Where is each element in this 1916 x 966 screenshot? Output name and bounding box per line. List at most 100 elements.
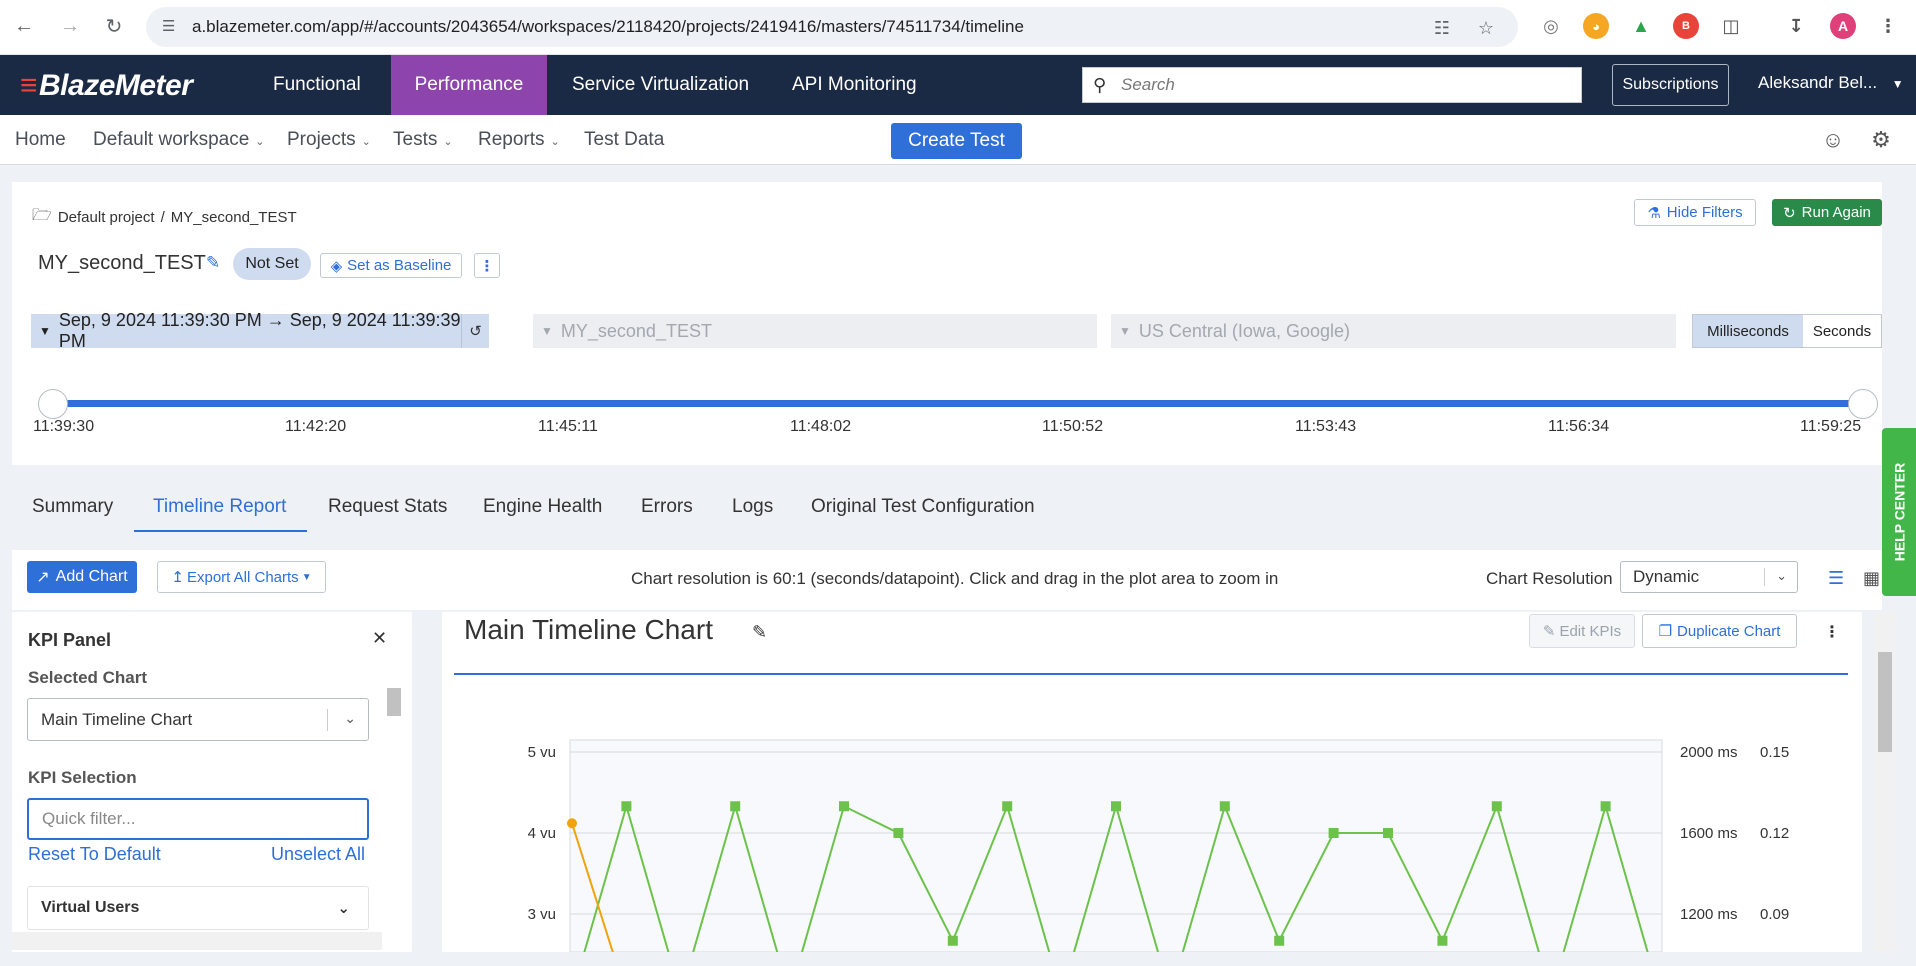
breadcrumb-project[interactable]: Default project	[58, 209, 155, 226]
series-point-square[interactable]	[1219, 801, 1230, 812]
blazemeter-extension-icon[interactable]: B	[1673, 13, 1699, 39]
series-point-square[interactable]	[1437, 935, 1448, 946]
selected-chart-label: Selected Chart	[28, 668, 148, 687]
series-point-square[interactable]	[1002, 801, 1013, 812]
timeline-slider-track[interactable]	[52, 400, 1864, 407]
puzzle-extensions-icon[interactable]: ◫	[1718, 13, 1744, 39]
kpi-quick-filter-input[interactable]: Quick filter...	[27, 798, 369, 840]
download-icon[interactable]: ↧	[1783, 13, 1809, 39]
edit-name-pencil-icon[interactable]: ✎	[206, 253, 220, 273]
add-chart-button[interactable]: ↗ Add Chart	[27, 561, 137, 593]
tab-engine-health[interactable]: Engine Health	[483, 496, 602, 518]
selected-chart-select[interactable]: Main Timeline Chart ⌄	[27, 698, 369, 741]
search-input[interactable]: ⚲ Search	[1082, 67, 1582, 103]
run-again-button[interactable]: ↻ Run Again	[1772, 199, 1882, 226]
translate-icon[interactable]: ☷	[1430, 16, 1454, 40]
status-badge[interactable]: Not Set	[233, 248, 311, 280]
unit-milliseconds[interactable]: Milliseconds	[1693, 315, 1803, 347]
filter-icon: ⚗	[1647, 204, 1661, 222]
chevron-down-icon: ⌄	[337, 900, 350, 917]
plot-area[interactable]	[569, 739, 1663, 952]
y-right-ms-tick-label: 1200 ms	[1680, 906, 1738, 923]
speedometer-extension-icon[interactable]: ◕	[1583, 13, 1609, 39]
close-icon[interactable]: ✕	[372, 628, 387, 649]
unit-seconds[interactable]: Seconds	[1803, 315, 1881, 347]
subscriptions-button[interactable]: Subscriptions	[1612, 64, 1729, 106]
scenario-filter-value: MY_second_TEST	[560, 320, 712, 341]
nav-performance[interactable]: Performance	[391, 55, 547, 115]
series-point-square[interactable]	[1111, 801, 1121, 812]
subnav-workspace[interactable]: Default workspace ⌄	[93, 129, 265, 151]
grid-view-icon[interactable]: ▦	[1863, 568, 1880, 589]
create-test-button[interactable]: Create Test	[891, 123, 1022, 159]
address-bar[interactable]: ☰ a.blazemeter.com/app/#/accounts/204365…	[146, 7, 1518, 47]
kpi-scrollbar-thumb[interactable]	[387, 688, 401, 716]
add-user-icon[interactable]: ☺	[1818, 125, 1848, 155]
scenario-filter[interactable]: ▼ MY_second_TEST	[533, 314, 1097, 348]
profile-avatar[interactable]: A	[1830, 13, 1856, 39]
timeline-chart-plot[interactable]: 5 vu 2000 ms 0.15 4 vu 1600 ms 0.12 3 vu 1200 m…	[442, 612, 1862, 952]
list-view-icon[interactable]: ☰	[1828, 568, 1844, 589]
unselect-all-link[interactable]: Unselect All	[271, 844, 365, 865]
tab-summary[interactable]: Summary	[32, 496, 113, 518]
hide-filters-button[interactable]: ⚗ Hide Filters	[1634, 199, 1756, 226]
help-center-tab[interactable]: HELP CENTER	[1882, 428, 1916, 596]
location-filter[interactable]: ▼ US Central (Iowa, Google)	[1111, 314, 1676, 348]
tab-logs[interactable]: Logs	[732, 496, 773, 518]
subnav-projects[interactable]: Projects ⌄	[287, 129, 371, 151]
kpi-panel-title: KPI Panel	[28, 630, 112, 650]
nav-api-monitoring[interactable]: API Monitoring	[768, 55, 941, 115]
series-point-square[interactable]	[947, 935, 958, 946]
kpi-scrollbar[interactable]	[383, 668, 403, 922]
series-point-square[interactable]	[1383, 828, 1393, 838]
reset-range-icon[interactable]: ↺	[461, 314, 489, 348]
globe-extension-icon[interactable]: ◎	[1538, 13, 1564, 39]
user-menu[interactable]: Aleksandr Bel... ▼	[1758, 73, 1904, 93]
chart-resolution-select[interactable]: Dynamic ⌄	[1620, 561, 1798, 593]
subnav-home[interactable]: Home	[15, 129, 66, 151]
kpi-group-virtual-users[interactable]: Virtual Users ⌄	[27, 886, 369, 930]
subnav-reports[interactable]: Reports ⌄	[478, 129, 560, 151]
back-arrow-icon[interactable]: ←	[10, 12, 38, 40]
timeline-tick: 11:53:43	[1295, 418, 1357, 435]
breadcrumb-test[interactable]: MY_second_TEST	[171, 209, 297, 226]
bookmark-star-icon[interactable]: ☆	[1474, 16, 1498, 40]
subnav-tests[interactable]: Tests ⌄	[393, 129, 453, 151]
tab-request-stats[interactable]: Request Stats	[328, 496, 447, 518]
timeline-end-handle[interactable]	[1848, 389, 1878, 419]
settings-gear-icon[interactable]: ⚙	[1866, 125, 1896, 155]
more-options-icon[interactable]: ⋮	[474, 253, 500, 278]
timeline-start-handle[interactable]	[38, 389, 68, 419]
tab-original-test-configuration[interactable]: Original Test Configuration	[811, 496, 1035, 518]
chevron-down-icon: ⌄	[443, 136, 453, 148]
series-point-square[interactable]	[621, 801, 632, 812]
blazemeter-logo[interactable]: ≡BlazeMeter	[20, 69, 193, 103]
set-baseline-button[interactable]: ◈ Set as Baseline	[320, 253, 462, 278]
tab-timeline-report[interactable]: Timeline Report	[153, 496, 286, 518]
forward-arrow-icon[interactable]: →	[56, 12, 84, 40]
page-scrollbar[interactable]	[1874, 612, 1896, 952]
series-point-square[interactable]	[1600, 801, 1611, 812]
reset-to-default-link[interactable]: Reset To Default	[28, 844, 161, 865]
subnav-test-data[interactable]: Test Data	[584, 129, 664, 151]
series-point-square[interactable]	[1491, 801, 1502, 812]
panel-divider-scrollbar[interactable]	[410, 612, 430, 952]
series-point-square[interactable]	[893, 828, 904, 838]
series-point-square[interactable]	[1328, 828, 1339, 838]
leaf-extension-icon[interactable]: ▲	[1628, 13, 1654, 39]
export-all-charts-button[interactable]: ↥ Export All Charts ▼	[157, 561, 326, 593]
tab-errors[interactable]: Errors	[641, 496, 693, 518]
reload-icon[interactable]: ↻	[100, 12, 128, 40]
site-info-icon[interactable]: ☰	[162, 17, 182, 37]
nav-service-virtualization[interactable]: Service Virtualization	[548, 55, 773, 115]
series-point-circle[interactable]	[567, 818, 577, 829]
chart-toolbar: ↗ Add Chart ↥ Export All Charts ▼ Chart res…	[12, 550, 1882, 610]
page-scrollbar-thumb[interactable]	[1878, 652, 1892, 752]
nav-functional[interactable]: Functional	[249, 55, 385, 115]
series-point-square[interactable]	[1274, 935, 1285, 946]
series-point-square[interactable]	[730, 801, 741, 812]
series-point-square[interactable]	[839, 801, 849, 812]
date-range-selector[interactable]: ▼ Sep, 9 2024 11:39:30 PM → Sep, 9 2024 …	[31, 310, 489, 351]
browser-menu-icon[interactable]: ⋮	[1875, 13, 1901, 39]
kpi-horizontal-scrollbar[interactable]	[12, 932, 382, 950]
